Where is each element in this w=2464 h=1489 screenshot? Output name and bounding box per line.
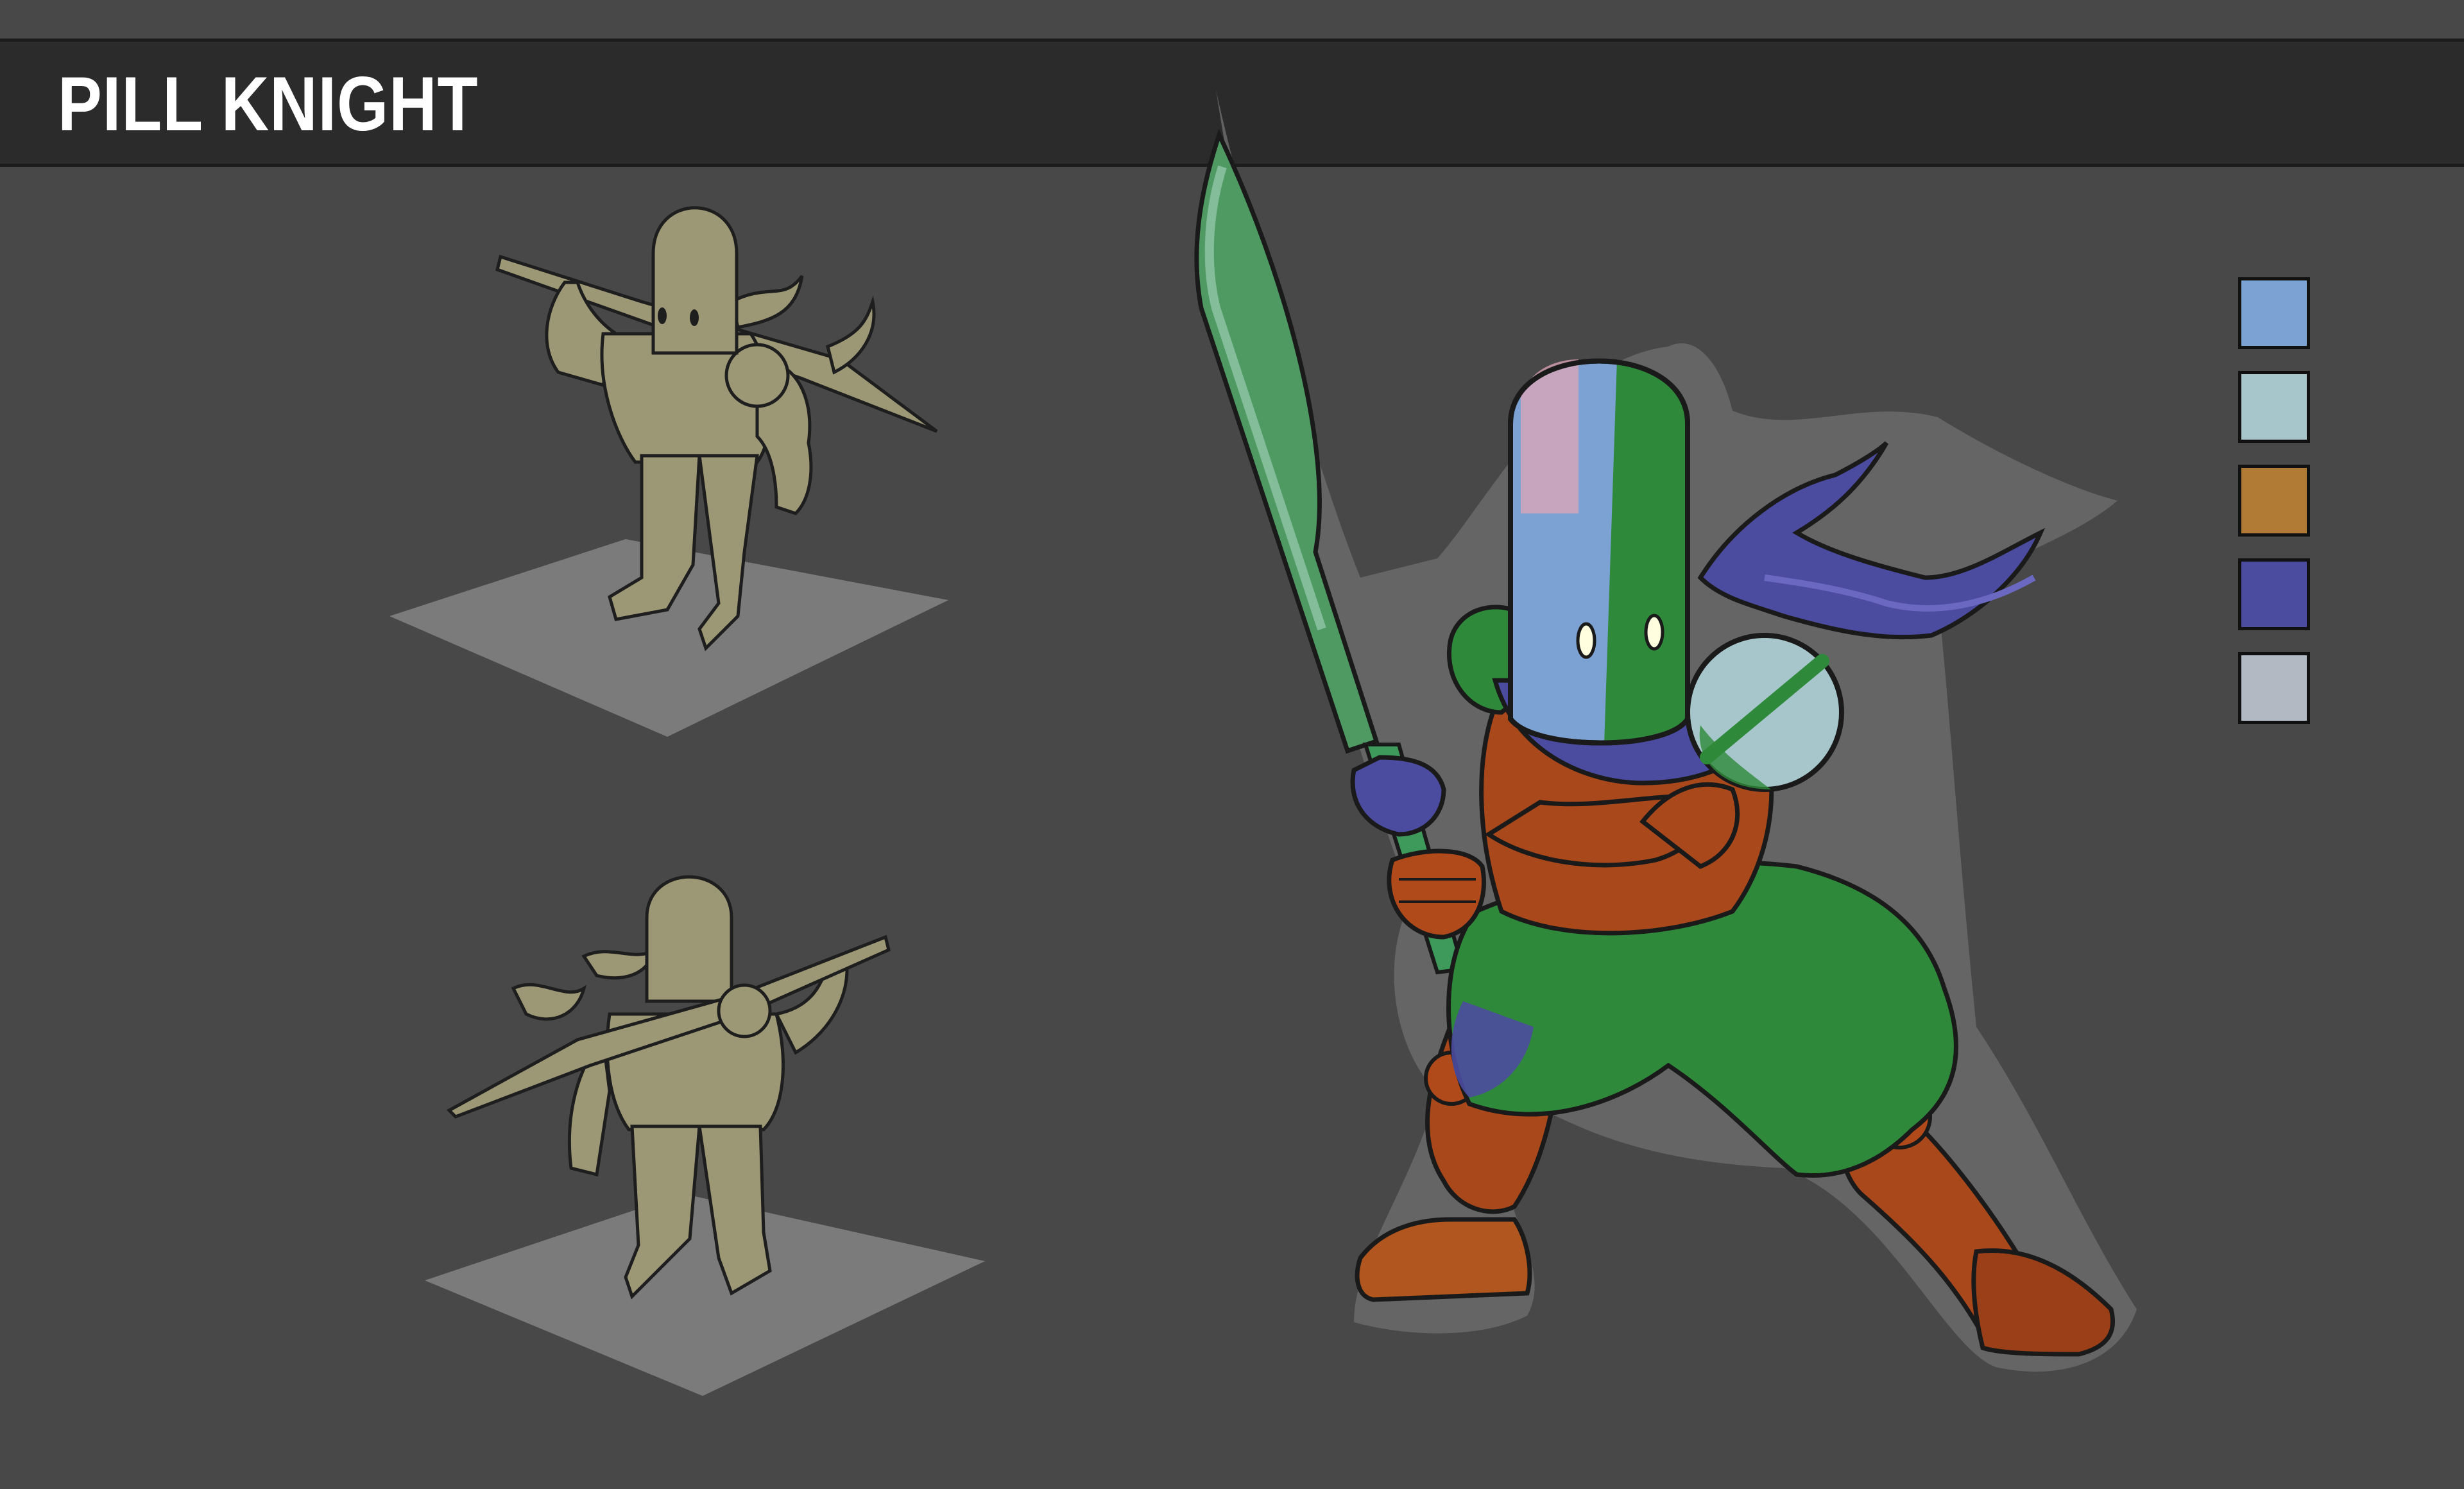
palette-swatch-purple (2238, 558, 2310, 630)
color-palette (2238, 277, 2315, 727)
platform-bottom (425, 1194, 985, 1396)
sketch-back-view-top (389, 206, 948, 737)
sketch-back-view-bottom (425, 875, 985, 1396)
palette-swatch-blue (2238, 277, 2310, 349)
pill-knight-character (1194, 90, 2137, 1372)
artwork-canvas (389, 90, 2137, 1396)
palette-swatch-orange (2238, 465, 2310, 537)
palette-swatch-light-teal (2238, 371, 2310, 443)
palette-swatch-grey (2238, 652, 2310, 724)
